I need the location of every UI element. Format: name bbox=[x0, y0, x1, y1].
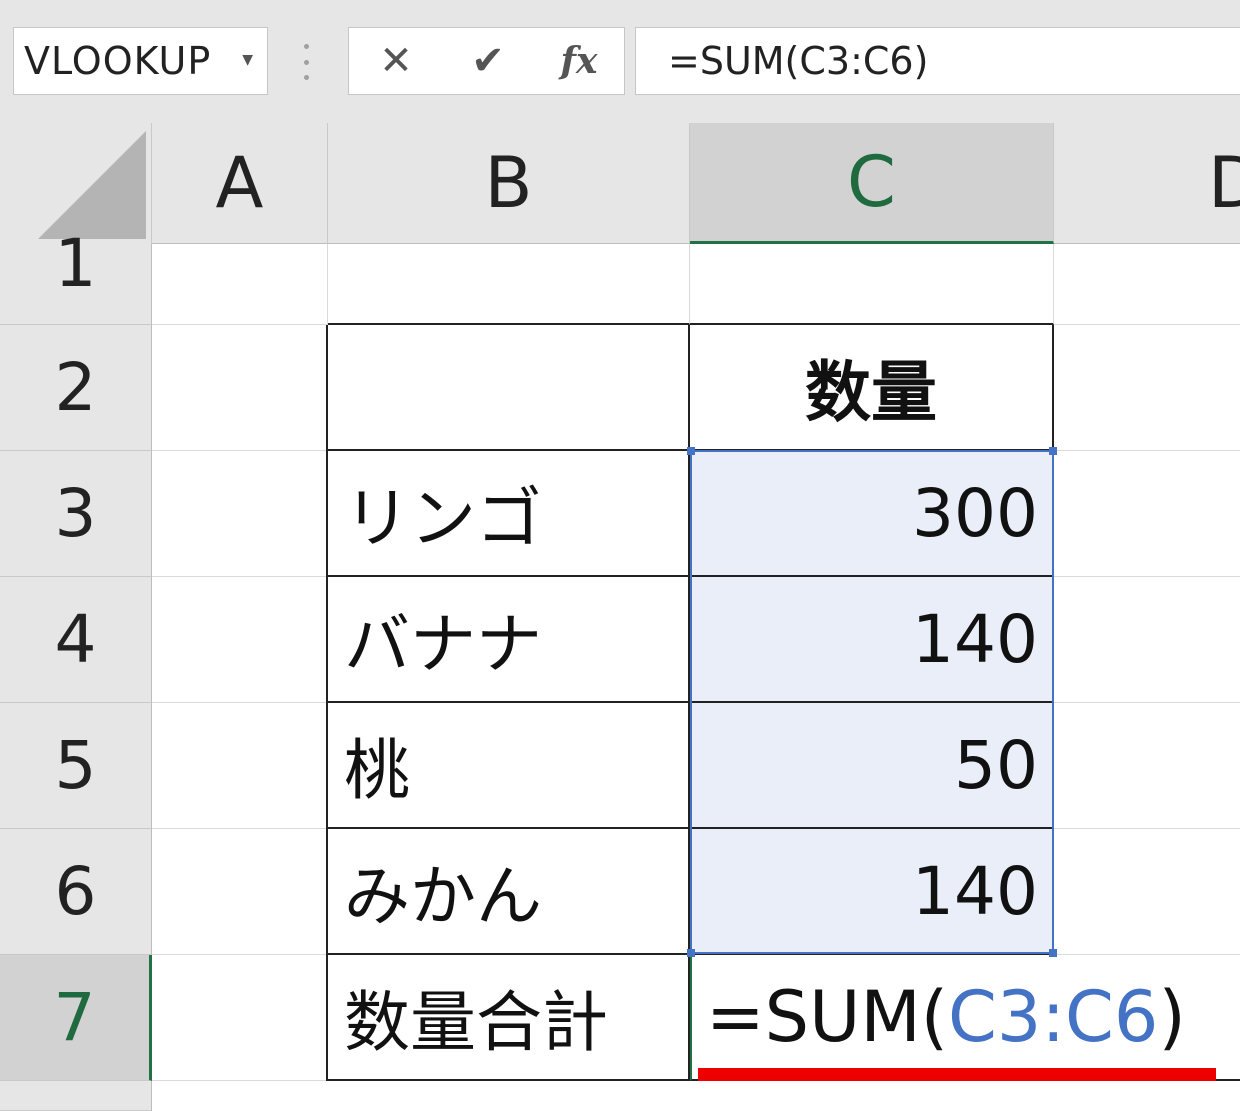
red-underline-annotation bbox=[698, 1068, 1216, 1081]
row-header-4[interactable]: 4 bbox=[0, 577, 152, 703]
cell-d1[interactable] bbox=[1054, 244, 1240, 325]
formula-prefix: =SUM( bbox=[706, 976, 949, 1058]
cell-b2[interactable] bbox=[326, 325, 690, 451]
formula-suffix: ) bbox=[1158, 976, 1186, 1058]
cell-a5[interactable] bbox=[152, 703, 328, 829]
column-header-d[interactable]: D bbox=[1054, 123, 1240, 244]
formula-bar-resize-handle-icon[interactable] bbox=[300, 44, 312, 80]
cell-b4[interactable]: バナナ bbox=[326, 577, 690, 703]
cell-d2[interactable] bbox=[1054, 325, 1240, 451]
cancel-icon[interactable]: ✕ bbox=[371, 28, 421, 94]
cell-c3[interactable]: 300 bbox=[690, 451, 1054, 577]
cell-a2[interactable] bbox=[152, 325, 328, 451]
cell-b5[interactable]: 桃 bbox=[326, 703, 690, 829]
cell-c6[interactable]: 140 bbox=[690, 829, 1054, 955]
cell-c7-editing[interactable]: =SUM(C3:C6) bbox=[690, 955, 1240, 1081]
cell-b6[interactable]: みかん bbox=[326, 829, 690, 955]
cell-c1[interactable] bbox=[690, 244, 1054, 325]
formula-input[interactable]: =SUM(C3:C6) bbox=[635, 27, 1240, 95]
cell-b7-total-label[interactable]: 数量合計 bbox=[326, 955, 690, 1081]
name-box-dropdown-icon[interactable]: ▼ bbox=[242, 52, 253, 68]
row-header-5[interactable]: 5 bbox=[0, 703, 152, 829]
row-header-7[interactable]: 7 bbox=[0, 955, 152, 1081]
cell-c2-header[interactable]: 数量 bbox=[690, 325, 1054, 451]
name-box-value: VLOOKUP bbox=[24, 39, 212, 83]
cell-a6[interactable] bbox=[152, 829, 328, 955]
cell-a3[interactable] bbox=[152, 451, 328, 577]
cell-c4[interactable]: 140 bbox=[690, 577, 1054, 703]
cell-a4[interactable] bbox=[152, 577, 328, 703]
name-box[interactable]: VLOOKUP ▼ bbox=[13, 27, 268, 95]
formula-bar: VLOOKUP ▼ ✕ ✔ fx =SUM(C3:C6) bbox=[0, 0, 1240, 123]
column-header-b[interactable]: B bbox=[328, 123, 690, 244]
cell-d4[interactable] bbox=[1054, 577, 1240, 703]
formula-buttons: ✕ ✔ fx bbox=[348, 27, 625, 95]
cell-b3[interactable]: リンゴ bbox=[326, 451, 690, 577]
row-header-2[interactable]: 2 bbox=[0, 325, 152, 451]
column-header-a[interactable]: A bbox=[152, 123, 328, 244]
cell-d6[interactable] bbox=[1054, 829, 1240, 955]
row-header-8[interactable] bbox=[0, 1081, 152, 1111]
insert-function-icon[interactable]: fx bbox=[549, 28, 609, 94]
row-header-6[interactable]: 6 bbox=[0, 829, 152, 955]
row-header-3[interactable]: 3 bbox=[0, 451, 152, 577]
cell-a1[interactable] bbox=[152, 244, 328, 325]
cell-d3[interactable] bbox=[1054, 451, 1240, 577]
cell-a7[interactable] bbox=[152, 955, 328, 1081]
column-header-c[interactable]: C bbox=[690, 123, 1054, 244]
cell-d5[interactable] bbox=[1054, 703, 1240, 829]
enter-check-icon[interactable]: ✔ bbox=[463, 28, 513, 94]
row-header-1[interactable]: 1 bbox=[0, 231, 152, 325]
formula-text: =SUM(C3:C6) bbox=[668, 39, 929, 83]
cell-b1[interactable] bbox=[328, 244, 690, 325]
formula-range-reference: C3:C6 bbox=[948, 976, 1159, 1058]
cell-c5[interactable]: 50 bbox=[690, 703, 1054, 829]
